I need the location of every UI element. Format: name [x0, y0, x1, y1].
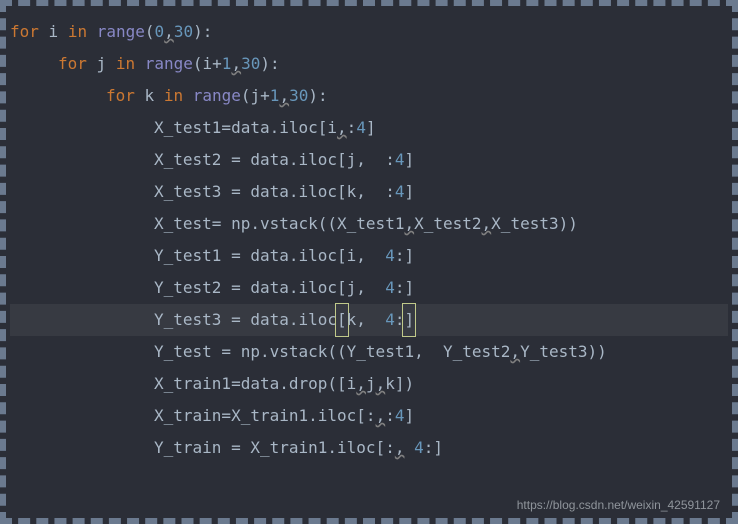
- code-token-sp: [39, 16, 49, 48]
- code-token-punct: (: [145, 16, 155, 48]
- code-token-ident: Y_test = np.vstack((Y_test1, Y_test2: [154, 336, 510, 368]
- code-line[interactable]: X_train=X_train1.iloc[:,:4]: [10, 400, 728, 432]
- code-token-punct: ]: [366, 112, 376, 144]
- code-token-ident: X_test2: [414, 208, 481, 240]
- code-token-ident: k]): [385, 368, 414, 400]
- code-line[interactable]: X_test1=data.iloc[i,:4]: [10, 112, 728, 144]
- code-line[interactable]: Y_train = X_train1.iloc[:, 4:]: [10, 432, 728, 464]
- code-token-kw: in: [164, 80, 183, 112]
- code-token-ident: X_train=X_train1.iloc[:: [154, 400, 376, 432]
- code-token-punct: ]: [404, 176, 414, 208]
- code-token-squig: ,: [510, 336, 520, 368]
- code-token-ident: X_test3)): [491, 208, 578, 240]
- code-token-fn: range: [97, 16, 145, 48]
- code-token-ident: k,: [347, 304, 386, 336]
- code-token-num: 1: [270, 80, 280, 112]
- code-token-ident: X_test2 = data.iloc[j, :: [154, 144, 395, 176]
- code-token-punct: :: [347, 112, 357, 144]
- code-token-num: 4: [395, 400, 405, 432]
- code-token-squig: ,: [395, 432, 405, 464]
- code-token-squig: ,: [404, 208, 414, 240]
- code-token-ident: k: [145, 80, 164, 112]
- code-token-num: 4: [356, 112, 366, 144]
- code-token-punct: ):: [260, 48, 279, 80]
- code-token-kw: for: [10, 16, 39, 48]
- code-token-punct: (i+: [193, 48, 222, 80]
- code-token-ident: j: [97, 48, 116, 80]
- code-token-sp: [87, 48, 97, 80]
- code-token-sp: [135, 48, 145, 80]
- code-token-sp: [404, 432, 414, 464]
- code-token-num: 4: [395, 176, 405, 208]
- code-token-punct: ]: [404, 144, 414, 176]
- code-token-ident: X_test1=data.iloc[i: [154, 112, 337, 144]
- code-line[interactable]: for k in range(j+1,30):: [10, 80, 728, 112]
- code-token-squig: ,: [279, 80, 289, 112]
- code-token-punct: :]: [424, 432, 443, 464]
- code-token-squig: ,: [337, 112, 347, 144]
- code-token-num: 1: [222, 48, 232, 80]
- code-line[interactable]: X_test3 = data.iloc[k, :4]: [10, 176, 728, 208]
- code-line[interactable]: for i in range(0,30):: [10, 16, 728, 48]
- code-token-kw: in: [68, 16, 87, 48]
- code-token-ident: j: [366, 368, 376, 400]
- code-line[interactable]: X_test2 = data.iloc[j, :4]: [10, 144, 728, 176]
- code-token-num: 4: [414, 432, 424, 464]
- code-token-sp: [183, 80, 193, 112]
- code-token-ident: Y_test3 = data.iloc: [154, 304, 337, 336]
- code-editor[interactable]: for i in range(0,30):for j in range(i+1,…: [0, 0, 738, 474]
- code-token-num: 4: [385, 240, 395, 272]
- code-line[interactable]: for j in range(i+1,30):: [10, 48, 728, 80]
- code-token-num: 4: [385, 304, 395, 336]
- code-token-ident: Y_test1 = data.iloc[i,: [154, 240, 385, 272]
- code-token-num: 0: [155, 16, 165, 48]
- code-token-caret: ]: [403, 304, 415, 336]
- code-token-punct: ):: [308, 80, 327, 112]
- code-token-ident: X_test= np.vstack((X_test1: [154, 208, 404, 240]
- code-token-squig: ,: [356, 368, 366, 400]
- code-token-ident: Y_test2 = data.iloc[j,: [154, 272, 385, 304]
- code-token-kw: in: [116, 48, 135, 80]
- code-token-sp: [87, 16, 97, 48]
- code-token-num: 30: [289, 80, 308, 112]
- watermark-text: https://blog.csdn.net/weixin_42591127: [517, 498, 720, 512]
- code-token-squig: ,: [376, 368, 386, 400]
- code-token-kw: for: [58, 48, 87, 80]
- code-token-kw: for: [106, 80, 135, 112]
- code-token-squig: ,: [376, 400, 386, 432]
- code-token-squig: ,: [231, 48, 241, 80]
- code-token-sp: [135, 80, 145, 112]
- code-token-punct: :]: [395, 272, 414, 304]
- code-token-fn: range: [193, 80, 241, 112]
- code-line[interactable]: Y_test2 = data.iloc[j, 4:]: [10, 272, 728, 304]
- code-token-ident: X_train1=data.drop([i: [154, 368, 356, 400]
- code-token-punct: ]: [404, 400, 414, 432]
- code-token-num: 30: [241, 48, 260, 80]
- code-token-ident: i: [49, 16, 68, 48]
- code-token-fn: range: [145, 48, 193, 80]
- code-line[interactable]: X_train1=data.drop([i,j,k]): [10, 368, 728, 400]
- code-token-ident: X_test3 = data.iloc[k, :: [154, 176, 395, 208]
- code-token-punct: :]: [395, 240, 414, 272]
- code-token-squig: ,: [482, 208, 492, 240]
- code-token-punct: :: [385, 400, 395, 432]
- code-token-num: 30: [174, 16, 193, 48]
- code-line[interactable]: Y_test3 = data.iloc[k, 4:]: [10, 304, 728, 336]
- code-token-ident: Y_train = X_train1.iloc[:: [154, 432, 395, 464]
- code-line[interactable]: X_test= np.vstack((X_test1,X_test2,X_tes…: [10, 208, 728, 240]
- code-line[interactable]: Y_test1 = data.iloc[i, 4:]: [10, 240, 728, 272]
- code-token-punct: ):: [193, 16, 212, 48]
- code-token-squig: ,: [164, 16, 174, 48]
- code-token-punct: (j+: [241, 80, 270, 112]
- code-token-num: 4: [385, 272, 395, 304]
- code-line[interactable]: Y_test = np.vstack((Y_test1, Y_test2,Y_t…: [10, 336, 728, 368]
- code-token-num: 4: [395, 144, 405, 176]
- code-token-ident: Y_test3)): [520, 336, 607, 368]
